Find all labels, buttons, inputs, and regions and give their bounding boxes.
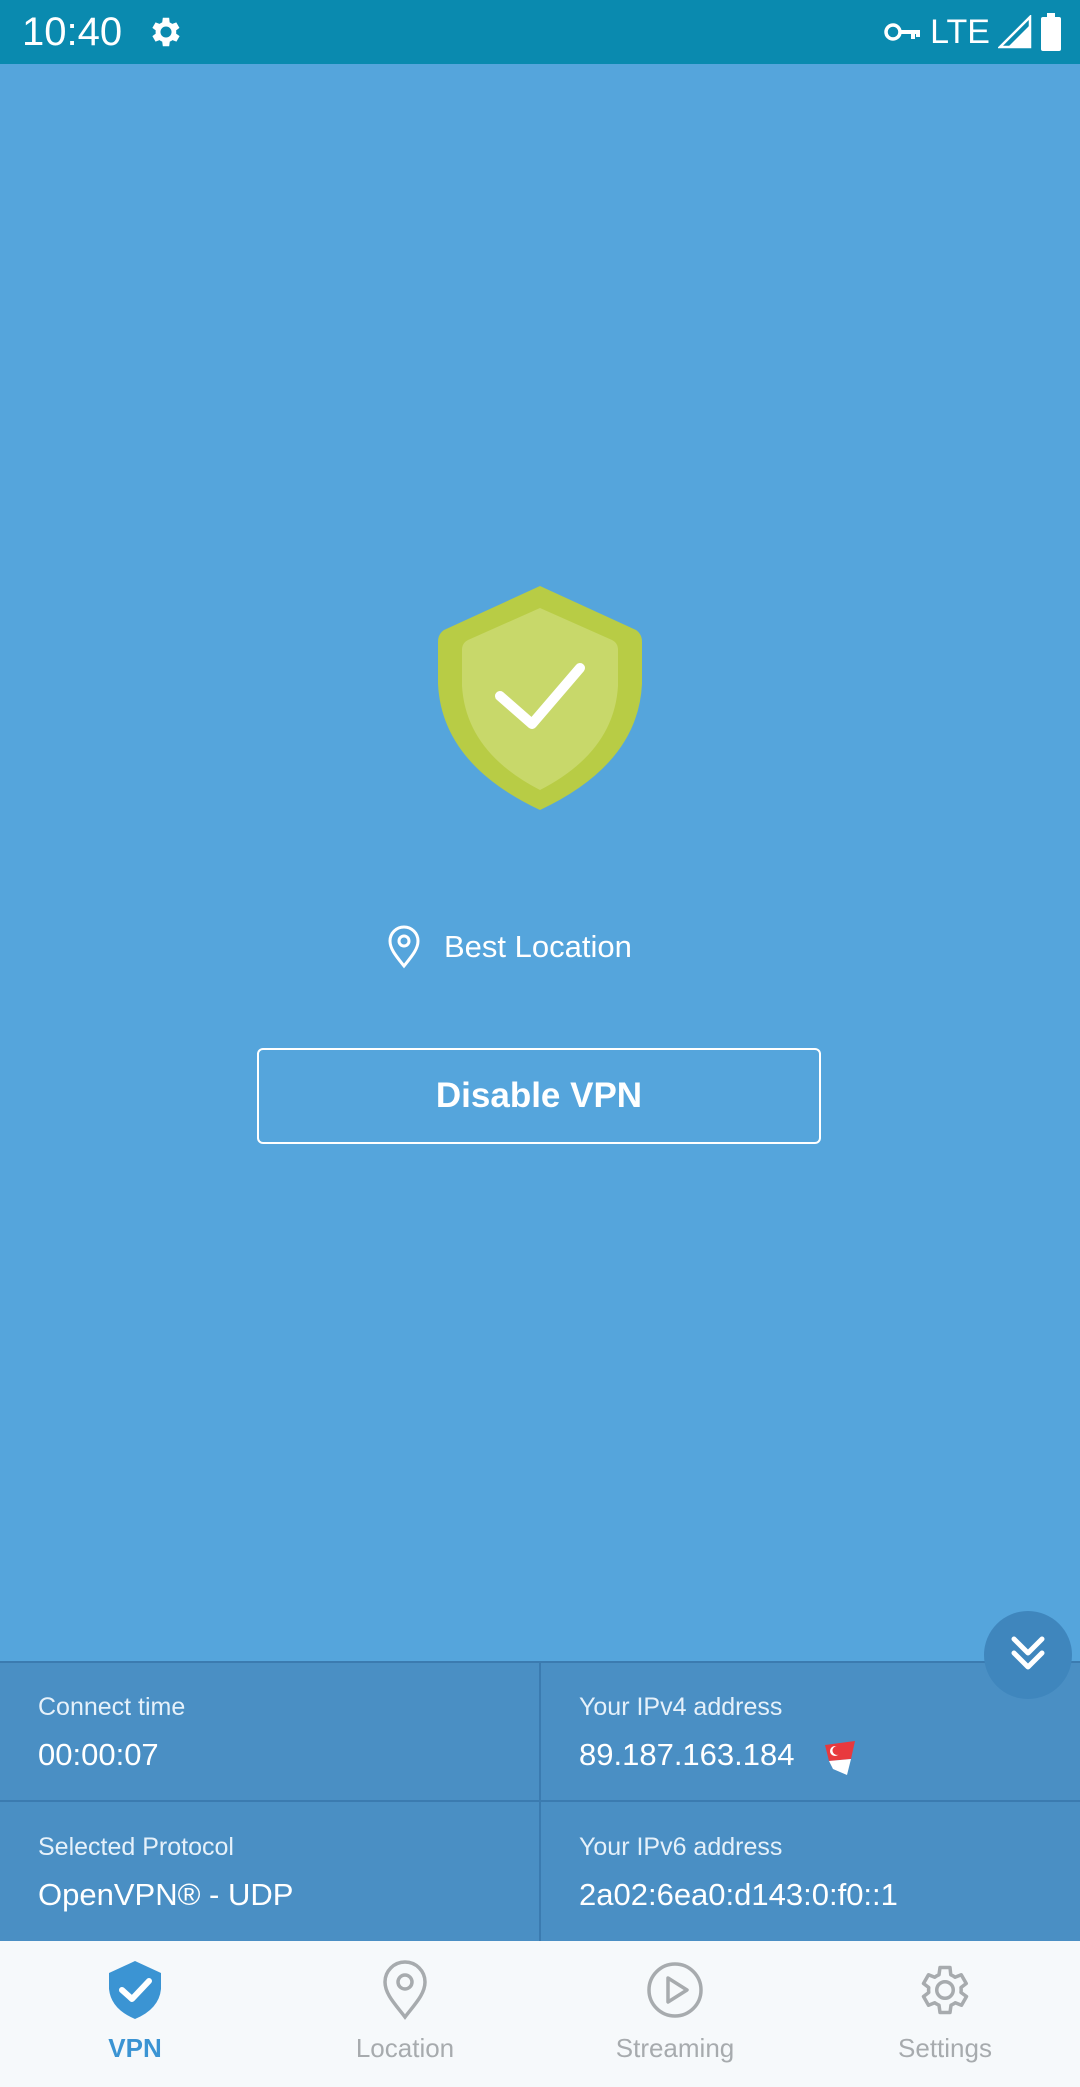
status-time: 10:40 bbox=[22, 10, 123, 54]
location-label: Best Location bbox=[444, 929, 632, 964]
nav-label: Streaming bbox=[615, 2033, 735, 2063]
singapore-flag-icon bbox=[821, 1739, 859, 1777]
battery-icon bbox=[1040, 13, 1062, 51]
collapse-info-button[interactable] bbox=[984, 1611, 1072, 1699]
map-pin-icon bbox=[386, 925, 422, 969]
connection-info-panel: Connect time 00:00:07 Your IPv4 address … bbox=[0, 1661, 1080, 1943]
status-indicators: LTE bbox=[884, 10, 1062, 54]
status-bar: 10:40 LTE bbox=[0, 0, 1080, 64]
ipv6-label: Your IPv6 address bbox=[579, 1833, 783, 1861]
shield-check-icon bbox=[438, 584, 642, 812]
nav-item-settings[interactable]: Settings bbox=[810, 1941, 1080, 2087]
connect-time-label: Connect time bbox=[38, 1693, 186, 1721]
ipv6-cell: Your IPv6 address 2a02:6ea0:d143:0:f0::1 bbox=[541, 1803, 1080, 1941]
protocol-label: Selected Protocol bbox=[38, 1833, 234, 1861]
play-circle-icon bbox=[645, 1959, 705, 2021]
ipv4-value: 89.187.163.184 bbox=[579, 1737, 795, 1772]
map-pin-icon bbox=[375, 1959, 435, 2021]
shield-check-icon bbox=[105, 1959, 165, 2021]
nav-item-streaming[interactable]: Streaming bbox=[540, 1941, 810, 2087]
nav-item-location[interactable]: Location bbox=[270, 1941, 540, 2087]
nav-label: Settings bbox=[898, 2033, 992, 2063]
protocol-value: OpenVPN® - UDP bbox=[38, 1877, 294, 1912]
protocol-cell: Selected Protocol OpenVPN® - UDP bbox=[0, 1803, 540, 1941]
gear-icon bbox=[915, 1959, 975, 2021]
network-type: LTE bbox=[930, 13, 990, 51]
settings-gear-icon bbox=[147, 13, 185, 51]
connect-time-value: 00:00:07 bbox=[38, 1737, 159, 1772]
vpn-key-icon bbox=[884, 20, 922, 44]
selected-location[interactable]: Best Location bbox=[386, 922, 632, 972]
signal-icon bbox=[998, 15, 1032, 49]
ipv6-value: 2a02:6ea0:d143:0:f0::1 bbox=[579, 1877, 898, 1912]
ipv4-label: Your IPv4 address bbox=[579, 1693, 783, 1721]
nav-item-vpn[interactable]: VPN bbox=[0, 1941, 270, 2087]
disable-vpn-button[interactable]: Disable VPN bbox=[257, 1048, 821, 1144]
nav-label: Location bbox=[355, 2033, 455, 2063]
double-chevron-down-icon bbox=[1004, 1629, 1052, 1682]
nav-label: VPN bbox=[108, 2033, 162, 2063]
bottom-navigation: VPN Location Streaming Settings bbox=[0, 1941, 1080, 2087]
connect-time-cell: Connect time 00:00:07 bbox=[0, 1663, 540, 1801]
